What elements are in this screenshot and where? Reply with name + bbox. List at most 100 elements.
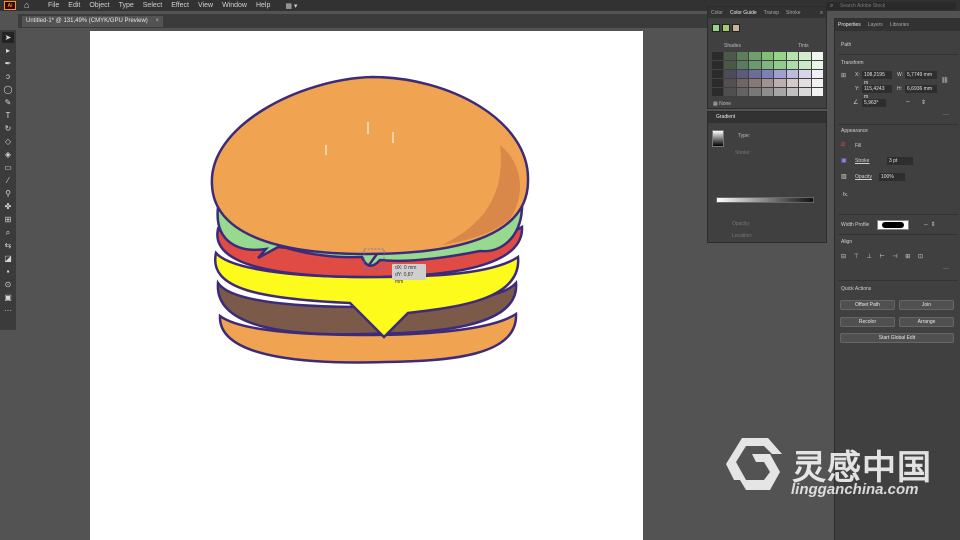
flip-horizontal-icon[interactable]: ⇔ bbox=[905, 99, 911, 105]
color-swatch[interactable] bbox=[761, 52, 774, 60]
symbol-sprayer-icon[interactable]: ✤ bbox=[2, 201, 14, 212]
tab-color-guide[interactable]: Color Guide bbox=[730, 10, 757, 16]
color-swatch[interactable] bbox=[774, 70, 786, 78]
angle-field[interactable]: 5,963° bbox=[862, 99, 886, 107]
gradient-swatch[interactable] bbox=[712, 130, 724, 147]
zoom-tool-icon[interactable]: ⌕ bbox=[2, 227, 14, 238]
blend-tool-icon[interactable]: ⚲ bbox=[2, 188, 14, 199]
arrange-button[interactable]: Arrange bbox=[899, 317, 954, 327]
stroke-weight-field[interactable]: 3 pt bbox=[887, 157, 913, 165]
color-swatch[interactable] bbox=[786, 79, 799, 87]
color-swatch[interactable] bbox=[749, 79, 761, 87]
menu-select[interactable]: Select bbox=[143, 2, 162, 9]
color-swatch[interactable] bbox=[724, 70, 736, 78]
flip-vertical-icon[interactable]: ⇕ bbox=[921, 99, 926, 106]
selection-tool-icon[interactable]: ➤ bbox=[2, 32, 14, 43]
x-field[interactable]: 108,2195 m bbox=[862, 71, 892, 86]
join-button[interactable]: Join bbox=[899, 300, 954, 310]
color-swatch[interactable] bbox=[799, 52, 811, 60]
color-swatch[interactable] bbox=[811, 88, 823, 96]
color-swatch[interactable] bbox=[799, 88, 811, 96]
color-swatch[interactable] bbox=[774, 79, 786, 87]
color-swatch[interactable] bbox=[761, 79, 774, 87]
offset-path-button[interactable]: Offset Path bbox=[840, 300, 895, 310]
width-field[interactable]: 5,7749 mm bbox=[905, 71, 937, 79]
color-swatch[interactable] bbox=[736, 79, 749, 87]
color-swatch[interactable] bbox=[712, 61, 724, 69]
panel-menu-icon[interactable]: ≡ bbox=[820, 10, 823, 16]
tab-transparency[interactable]: Transp bbox=[764, 10, 779, 16]
harmony-swatch[interactable] bbox=[722, 24, 730, 32]
align-buttons-icon[interactable]: ⊟ ⊤ ⊥ ⊢ ⊣ ⊞ ⊡ bbox=[841, 253, 926, 260]
reference-point-icon[interactable]: ⊞ bbox=[841, 72, 846, 79]
color-swatch[interactable] bbox=[712, 79, 724, 87]
color-swatch[interactable] bbox=[712, 88, 724, 96]
fill-stroke-icon[interactable]: ◪ bbox=[2, 253, 14, 264]
color-swatch[interactable] bbox=[786, 61, 799, 69]
home-icon[interactable]: ⌂ bbox=[24, 1, 34, 10]
color-swatch[interactable] bbox=[736, 70, 749, 78]
fx-button[interactable]: fx. bbox=[843, 192, 848, 198]
start-global-edit-button[interactable]: Start Global Edit bbox=[840, 333, 954, 343]
color-swatch[interactable] bbox=[724, 88, 736, 96]
menu-help[interactable]: Help bbox=[256, 2, 270, 9]
more-options-icon[interactable]: ··· bbox=[943, 266, 949, 272]
color-swatch[interactable] bbox=[774, 61, 786, 69]
recolor-button[interactable]: Recolor bbox=[840, 317, 895, 327]
gradient-slider[interactable] bbox=[716, 197, 814, 203]
more-tools-icon[interactable]: ··· bbox=[2, 305, 14, 316]
color-swatch[interactable] bbox=[736, 88, 749, 96]
gradient-tool-icon[interactable]: ▭ bbox=[2, 162, 14, 173]
color-swatch[interactable] bbox=[786, 70, 799, 78]
color-swatch[interactable] bbox=[811, 79, 823, 87]
color-swatch[interactable] bbox=[749, 52, 761, 60]
curvature-tool-icon[interactable]: ↄ bbox=[2, 71, 14, 82]
color-swatch[interactable] bbox=[799, 61, 811, 69]
menu-type[interactable]: Type bbox=[119, 2, 134, 9]
stroke-label[interactable]: Stroke bbox=[855, 158, 869, 164]
color-swatch[interactable] bbox=[786, 88, 799, 96]
menu-file[interactable]: File bbox=[48, 2, 59, 9]
color-swatch[interactable] bbox=[736, 52, 749, 60]
color-swatch[interactable] bbox=[712, 52, 724, 60]
rotate-tool-icon[interactable]: ↻ bbox=[2, 123, 14, 134]
more-options-icon[interactable]: ··· bbox=[943, 112, 949, 118]
opacity-field[interactable]: 100% bbox=[879, 173, 905, 181]
color-swatch[interactable] bbox=[712, 70, 724, 78]
color-swatch[interactable] bbox=[799, 79, 811, 87]
paintbrush-tool-icon[interactable]: ✎ bbox=[2, 97, 14, 108]
shape-builder-tool-icon[interactable]: ◈ bbox=[2, 149, 14, 160]
swap-fill-stroke-icon[interactable]: ⇆ bbox=[2, 240, 14, 251]
color-swatch[interactable] bbox=[749, 88, 761, 96]
link-icon[interactable]: ⛓ bbox=[941, 77, 949, 84]
height-field[interactable]: 6,6936 mm bbox=[905, 85, 937, 93]
color-swatch[interactable] bbox=[724, 79, 736, 87]
arrange-documents-icon[interactable]: ▦ ▾ bbox=[285, 2, 297, 10]
color-swatch[interactable] bbox=[761, 61, 774, 69]
color-swatch[interactable] bbox=[774, 52, 786, 60]
eraser-tool-icon[interactable]: ◇ bbox=[2, 136, 14, 147]
eyedropper-tool-icon[interactable]: ⁄ bbox=[2, 175, 14, 186]
color-swatch[interactable] bbox=[774, 88, 786, 96]
fill-label[interactable]: Fill bbox=[855, 143, 861, 149]
harmony-swatches[interactable] bbox=[712, 24, 742, 32]
screen-mode-icon[interactable]: ▣ bbox=[2, 292, 14, 303]
menu-object[interactable]: Object bbox=[89, 2, 109, 9]
pen-tool-icon[interactable]: ✒ bbox=[2, 58, 14, 69]
stroke-color-icon[interactable]: ▣ bbox=[841, 157, 847, 164]
color-swatch[interactable] bbox=[724, 52, 736, 60]
ellipse-tool-icon[interactable]: ◯ bbox=[2, 84, 14, 95]
direct-selection-tool-icon[interactable]: ▸ bbox=[2, 45, 14, 56]
harmony-swatch[interactable] bbox=[712, 24, 720, 32]
menu-view[interactable]: View bbox=[198, 2, 213, 9]
flip-profile-icon[interactable]: ⇔ ⇕ bbox=[923, 221, 936, 228]
draw-mode-icon[interactable]: ⊙ bbox=[2, 279, 14, 290]
burger-illustration[interactable] bbox=[90, 31, 643, 540]
menu-effect[interactable]: Effect bbox=[171, 2, 189, 9]
tab-stroke[interactable]: Stroke bbox=[786, 10, 800, 16]
color-swatch[interactable] bbox=[799, 70, 811, 78]
color-swatch[interactable] bbox=[761, 88, 774, 96]
type-tool-icon[interactable]: T bbox=[2, 110, 14, 121]
color-swatch[interactable] bbox=[786, 52, 799, 60]
color-swatch[interactable] bbox=[749, 61, 761, 69]
